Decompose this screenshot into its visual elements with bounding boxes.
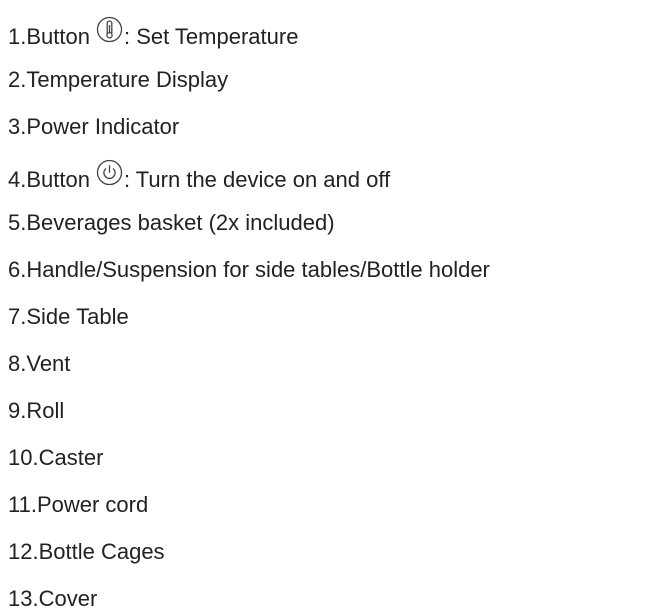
- item-text: Button: [26, 167, 90, 192]
- item-number: 8.: [8, 351, 27, 376]
- list-item: 8. Vent: [8, 351, 70, 377]
- item-number: 1.: [8, 24, 27, 49]
- item-text: Power Indicator: [26, 114, 180, 139]
- item-number: 6.: [8, 257, 27, 282]
- item-number: 10.: [8, 445, 39, 470]
- list-item: 12. Bottle Cages: [8, 539, 165, 565]
- item-text: Bottle Cages: [38, 539, 165, 564]
- list-item: 11. Power cord: [8, 492, 148, 518]
- item-number: 2.: [8, 67, 27, 92]
- item-text: Power cord: [36, 492, 149, 517]
- list-item: 9. Roll: [8, 398, 64, 424]
- list-item: 6. Handle/Suspension for side tables/Bott…: [8, 257, 490, 283]
- item-text: Cover: [38, 586, 98, 611]
- list-item: 13. Cover: [8, 586, 97, 612]
- item-number: 7.: [8, 304, 27, 329]
- list-item: 5. Beverages basket (2x included): [8, 210, 335, 236]
- item-text-after: : Turn the device on and off: [123, 167, 391, 192]
- item-text: Caster: [38, 445, 104, 470]
- item-number: 5.: [8, 210, 27, 235]
- item-text: Button: [26, 24, 90, 49]
- item-text: Temperature Display: [26, 67, 229, 92]
- item-number: 13.: [8, 586, 39, 611]
- item-text: Vent: [26, 351, 71, 376]
- list-item: 10. Caster: [8, 445, 103, 471]
- item-number: 9.: [8, 398, 27, 423]
- list-item: 4. Button : Turn the device on and off: [8, 159, 391, 193]
- item-number: 3.: [8, 114, 27, 139]
- item-number: 11.: [8, 492, 37, 517]
- item-text: Handle/Suspension for side tables/Bottle…: [26, 257, 490, 282]
- list-item: 1. Button : Set Temperature: [8, 16, 299, 50]
- power-icon: [96, 159, 123, 186]
- list-item: 3. Power Indicator: [8, 114, 179, 140]
- item-text: Side Table: [26, 304, 129, 329]
- list-item: 2. Temperature Display: [8, 67, 228, 93]
- item-number: 12.: [8, 539, 39, 564]
- list-item: 7. Side Table: [8, 304, 129, 330]
- item-text: Beverages basket (2x included): [26, 210, 335, 235]
- item-number: 4.: [8, 167, 27, 192]
- item-text: Roll: [26, 398, 65, 423]
- thermometer-icon: [96, 16, 123, 43]
- item-text-after: : Set Temperature: [123, 24, 299, 49]
